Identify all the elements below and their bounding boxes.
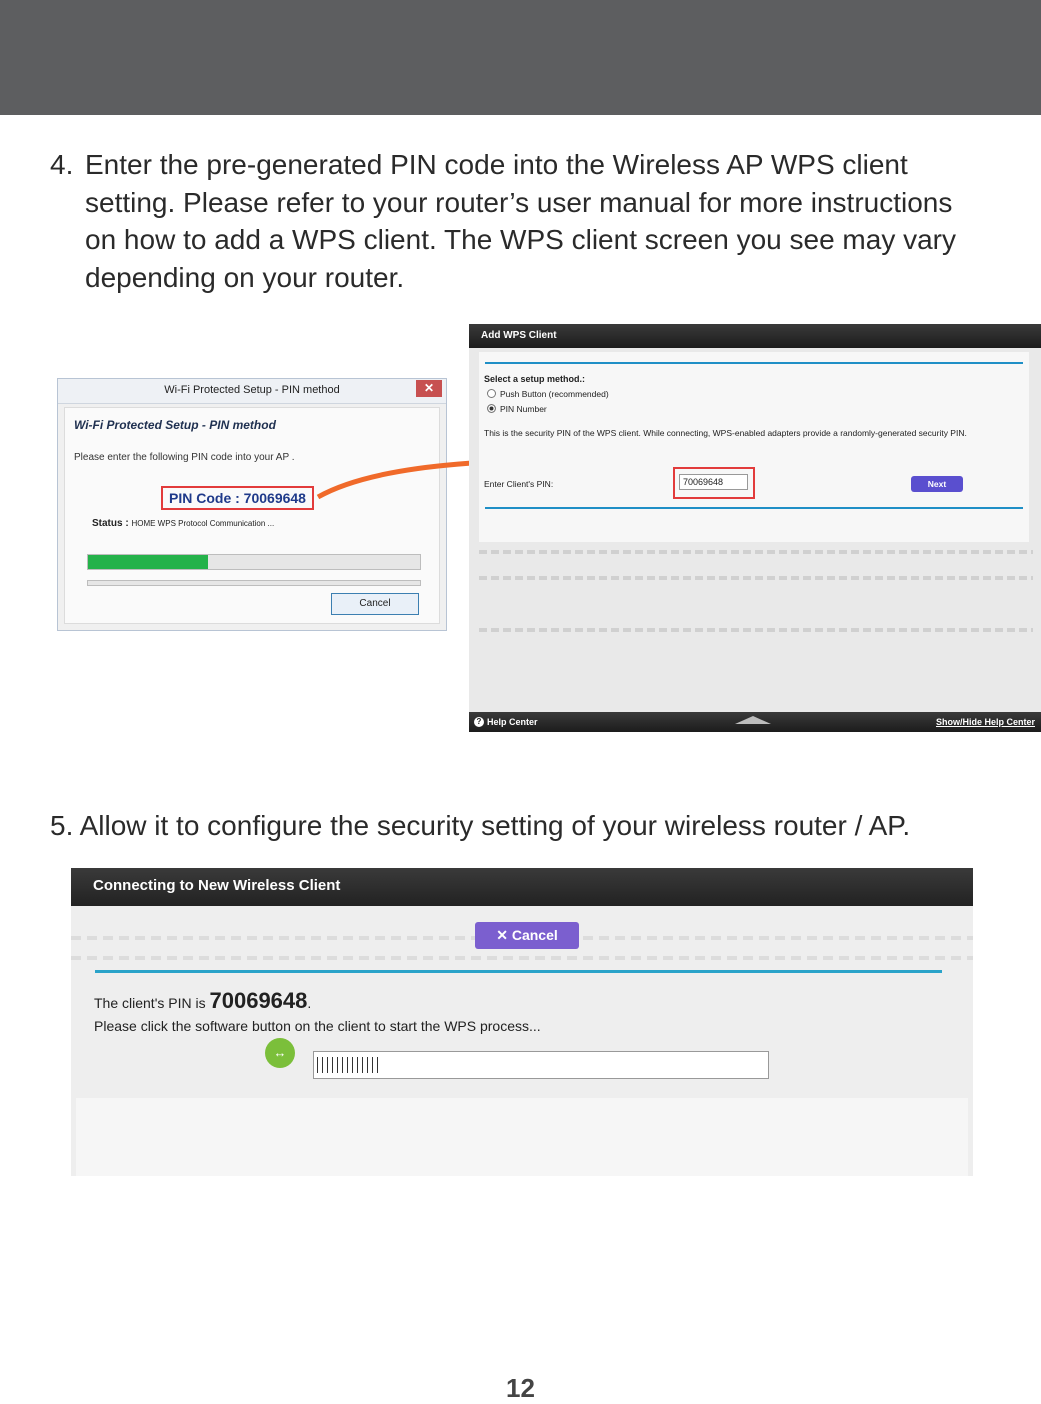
- add-wps-client-panel: Add WPS Client Select a setup method.: P…: [469, 324, 1041, 732]
- step-4-text: Enter the pre-generated PIN code into th…: [85, 146, 1040, 296]
- help-center-link[interactable]: Help Center: [487, 717, 538, 727]
- step-4-line: setting. Please refer to your router’s u…: [85, 186, 953, 218]
- background-texture: [479, 550, 1033, 554]
- radio-push-button[interactable]: Push Button (recommended): [487, 389, 609, 399]
- dialog-title: Wi-Fi Protected Setup - PIN method: [164, 384, 340, 396]
- dialog-heading: Wi-Fi Protected Setup - PIN method: [74, 418, 276, 432]
- dialog-titlebar: Wi-Fi Protected Setup - PIN method ✕: [58, 379, 446, 404]
- radio-pin-number[interactable]: PIN Number: [487, 404, 547, 414]
- divider-rule: [485, 362, 1023, 364]
- divider-rule: [485, 507, 1023, 509]
- progress-fill: [88, 555, 208, 569]
- pin-prefix: The client's PIN is: [94, 995, 210, 1011]
- background-texture: [479, 576, 1033, 580]
- pin-code-highlight: PIN Code : 70069648: [161, 486, 314, 510]
- cancel-button[interactable]: Cancel: [331, 593, 419, 615]
- show-hide-help-link[interactable]: Show/Hide Help Center: [936, 717, 1035, 727]
- pin-highlight-box: 70069648: [673, 467, 755, 499]
- step-4-line: Enter the pre-generated PIN code into th…: [85, 149, 908, 180]
- step-4-line: on how to add a WPS client. The WPS clie…: [85, 224, 956, 255]
- connecting-header: Connecting to New Wireless Client: [71, 868, 973, 906]
- setup-method-label: Select a setup method.:: [484, 374, 586, 384]
- dialog-prompt: Please enter the following PIN code into…: [74, 452, 295, 463]
- connecting-panel: Connecting to New Wireless Client ✕ Canc…: [71, 868, 973, 1176]
- panel-header: Add WPS Client: [469, 324, 1041, 348]
- radio-selected-icon[interactable]: [487, 404, 496, 413]
- page-number: 12: [506, 1373, 535, 1403]
- chevron-up-icon[interactable]: [735, 716, 771, 724]
- next-button[interactable]: Next: [911, 476, 963, 492]
- cancel-button[interactable]: ✕ Cancel: [475, 922, 579, 949]
- help-footer: ? Help Center Show/Hide Help Center: [469, 712, 1041, 732]
- dialog-divider: [87, 580, 421, 586]
- client-pin-line: The client's PIN is 70069648.: [94, 988, 311, 1014]
- wps-instruction: Please click the software button on the …: [94, 1018, 541, 1034]
- client-pin-input[interactable]: 70069648: [679, 474, 748, 490]
- status-value: HOME WPS Protocol Communication ...: [131, 519, 275, 528]
- client-pin-value: 70069648: [209, 988, 308, 1013]
- status-line: Status : HOME WPS Protocol Communication…: [92, 518, 274, 529]
- step-4-instruction: 4. Enter the pre-generated PIN code into…: [50, 146, 1040, 296]
- close-icon[interactable]: ✕: [416, 380, 442, 397]
- wps-progress-bar: [313, 1051, 769, 1079]
- background-texture: [479, 628, 1033, 632]
- step-4-line: depending on your router.: [85, 261, 405, 293]
- panel-content: Select a setup method.: Push Button (rec…: [479, 352, 1029, 542]
- help-icon[interactable]: ?: [474, 717, 484, 727]
- pin-description: This is the security PIN of the WPS clie…: [484, 428, 967, 438]
- divider-rule: [95, 970, 942, 973]
- status-label: Status :: [92, 518, 129, 529]
- wps-icon: ↔: [265, 1038, 295, 1068]
- top-bar: [0, 0, 1041, 115]
- wps-pin-dialog: Wi-Fi Protected Setup - PIN method ✕ Wi-…: [57, 378, 447, 631]
- background-texture: [71, 956, 973, 960]
- step-5-instruction: 5. Allow it to configure the security se…: [50, 810, 911, 841]
- panel-lower-area: [76, 1098, 968, 1176]
- dialog-body: Wi-Fi Protected Setup - PIN method Pleas…: [64, 407, 440, 624]
- progress-bar: [87, 554, 421, 570]
- step-4-number: 4.: [50, 149, 74, 180]
- client-pin-label: Enter Client's PIN:: [484, 479, 554, 489]
- radio-icon[interactable]: [487, 389, 496, 398]
- pin-suffix: .: [307, 995, 312, 1011]
- radio-label: Push Button (recommended): [500, 389, 609, 399]
- progress-fill: [317, 1057, 379, 1073]
- radio-label: PIN Number: [500, 404, 547, 414]
